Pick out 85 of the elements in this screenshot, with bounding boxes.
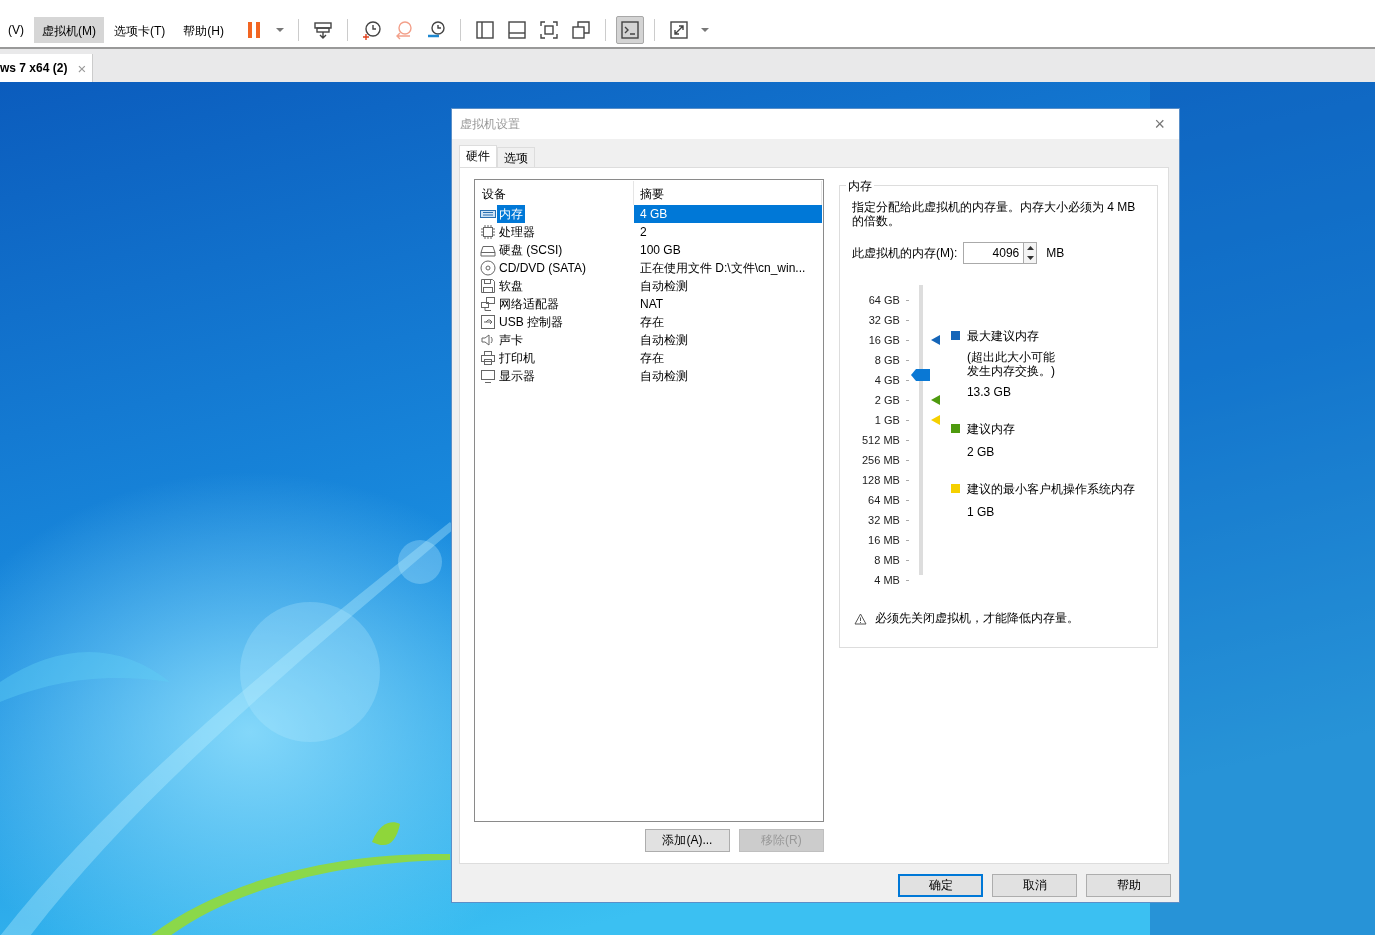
device-summary[interactable]: 自动检测 (634, 277, 822, 295)
speaker-icon (480, 332, 496, 348)
up-arrow-icon (1026, 246, 1034, 250)
legend-title: 建议的最小客户机操作系统内存 (966, 481, 1135, 498)
tick-label: 32 GB (868, 314, 900, 326)
tab[interactable]: 选项 (497, 147, 535, 167)
tick-label: 8 MB (874, 554, 900, 566)
close-button[interactable]: × (1148, 112, 1171, 136)
spin-down-button[interactable] (1024, 253, 1037, 263)
network-icon (480, 296, 496, 312)
device-name[interactable]: 硬盘 (SCSI) (497, 241, 565, 259)
list-button[interactable]: 添加(A)... (644, 829, 730, 852)
terminal-icon (619, 18, 641, 41)
toolbar-button[interactable] (616, 15, 644, 44)
device-summary[interactable]: 2 (634, 223, 822, 241)
floppy-icon (480, 278, 496, 294)
group-label: 内存 (845, 178, 874, 195)
tick-label: 64 GB (868, 294, 900, 306)
spin-up-button[interactable] (1024, 243, 1037, 253)
caret-icon (275, 26, 285, 33)
menu-item[interactable]: 虚拟机(M) (34, 16, 104, 43)
clock-plus-icon (361, 18, 383, 41)
tick-label: 2 GB (874, 394, 900, 406)
legend-value: 13.3 GB (966, 385, 1012, 399)
device-name[interactable]: 显示器 (497, 367, 537, 385)
slider-thumb[interactable] (910, 369, 930, 382)
legend-value: 2 GB (966, 445, 996, 459)
device-name[interactable]: USB 控制器 (497, 313, 565, 331)
tick-label: 16 MB (868, 534, 900, 546)
chip-icon (480, 224, 496, 240)
dialog-button[interactable]: 确定 (898, 874, 983, 897)
tick-label: 16 GB (868, 334, 900, 346)
device-name[interactable]: 声卡 (497, 331, 525, 349)
device-summary[interactable]: NAT (634, 295, 822, 313)
legend-title: 最大建议内存 (966, 328, 1040, 345)
legend-note: (超出此大小可能发生内存交换。) (966, 350, 1056, 378)
device-summary[interactable]: 存在 (634, 313, 822, 331)
device-summary[interactable]: 自动检测 (634, 331, 822, 349)
menu-item[interactable]: (V) (0, 16, 32, 43)
legend-value: 1 GB (966, 505, 996, 519)
vm-tab[interactable]: ws 7 x64 (2) × (0, 54, 94, 82)
menu-item[interactable]: 帮助(H) (175, 16, 232, 43)
dialog-button[interactable]: 帮助 (1086, 874, 1171, 897)
usb-icon (480, 314, 496, 330)
warning-text: 必须先关闭虚拟机，才能降低内存量。 (874, 610, 1079, 627)
dialog-title: 虚拟机设置 (460, 115, 520, 133)
caret-icon (700, 26, 710, 33)
printer-icon (480, 350, 496, 366)
down-arrow-icon (1026, 256, 1034, 260)
tick-label: 8 GB (874, 354, 900, 366)
device-summary[interactable]: 正在使用文件 D:\文件\cn_win... (634, 259, 822, 277)
device-name[interactable]: 处理器 (497, 223, 537, 241)
device-summary[interactable]: 自动检测 (634, 367, 822, 385)
dialog-button[interactable]: 取消 (992, 874, 1077, 897)
tick-label: 64 MB (868, 494, 900, 506)
device-name[interactable]: 打印机 (497, 349, 537, 367)
memory-input-field[interactable]: 4096 (963, 242, 1024, 264)
device-summary[interactable]: 存在 (634, 349, 822, 367)
fullscreen-icon (538, 18, 560, 41)
description: 指定分配给此虚拟机的内存量。内存大小必须为 4 MB 的倍数。 (851, 200, 1137, 228)
tick-label: 4 GB (874, 374, 900, 386)
sidebar-layout-icon (474, 18, 496, 41)
bottom-panel-icon (506, 18, 528, 41)
tick-label: 512 MB (862, 434, 900, 446)
tick-label: 256 MB (862, 454, 900, 466)
menu-item[interactable]: 选项卡(T) (106, 16, 174, 43)
device-name[interactable]: CD/DVD (SATA) (497, 259, 588, 277)
tick-label: 32 MB (868, 514, 900, 526)
device-name[interactable]: 软盘 (497, 277, 525, 295)
warning-icon (853, 612, 867, 625)
tick-label: 4 MB (874, 574, 900, 586)
device-summary[interactable]: 4 GB (634, 205, 822, 223)
legend-title: 建议内存 (966, 421, 1016, 438)
device-name[interactable]: 网络适配器 (497, 295, 561, 313)
tick-label: 1 GB (874, 414, 900, 426)
windows-stack-icon (570, 18, 592, 41)
device-summary[interactable]: 100 GB (634, 241, 822, 259)
disc-icon (480, 260, 496, 276)
device-name[interactable]: 内存 (497, 205, 525, 223)
unit-label: MB (1046, 246, 1065, 260)
field-label: 此虚拟机的内存(M): (851, 244, 958, 262)
expand-icon (668, 18, 690, 41)
tab[interactable]: 硬件 (459, 145, 497, 167)
monitor-icon (480, 368, 496, 384)
tick-label: 128 MB (862, 474, 900, 486)
